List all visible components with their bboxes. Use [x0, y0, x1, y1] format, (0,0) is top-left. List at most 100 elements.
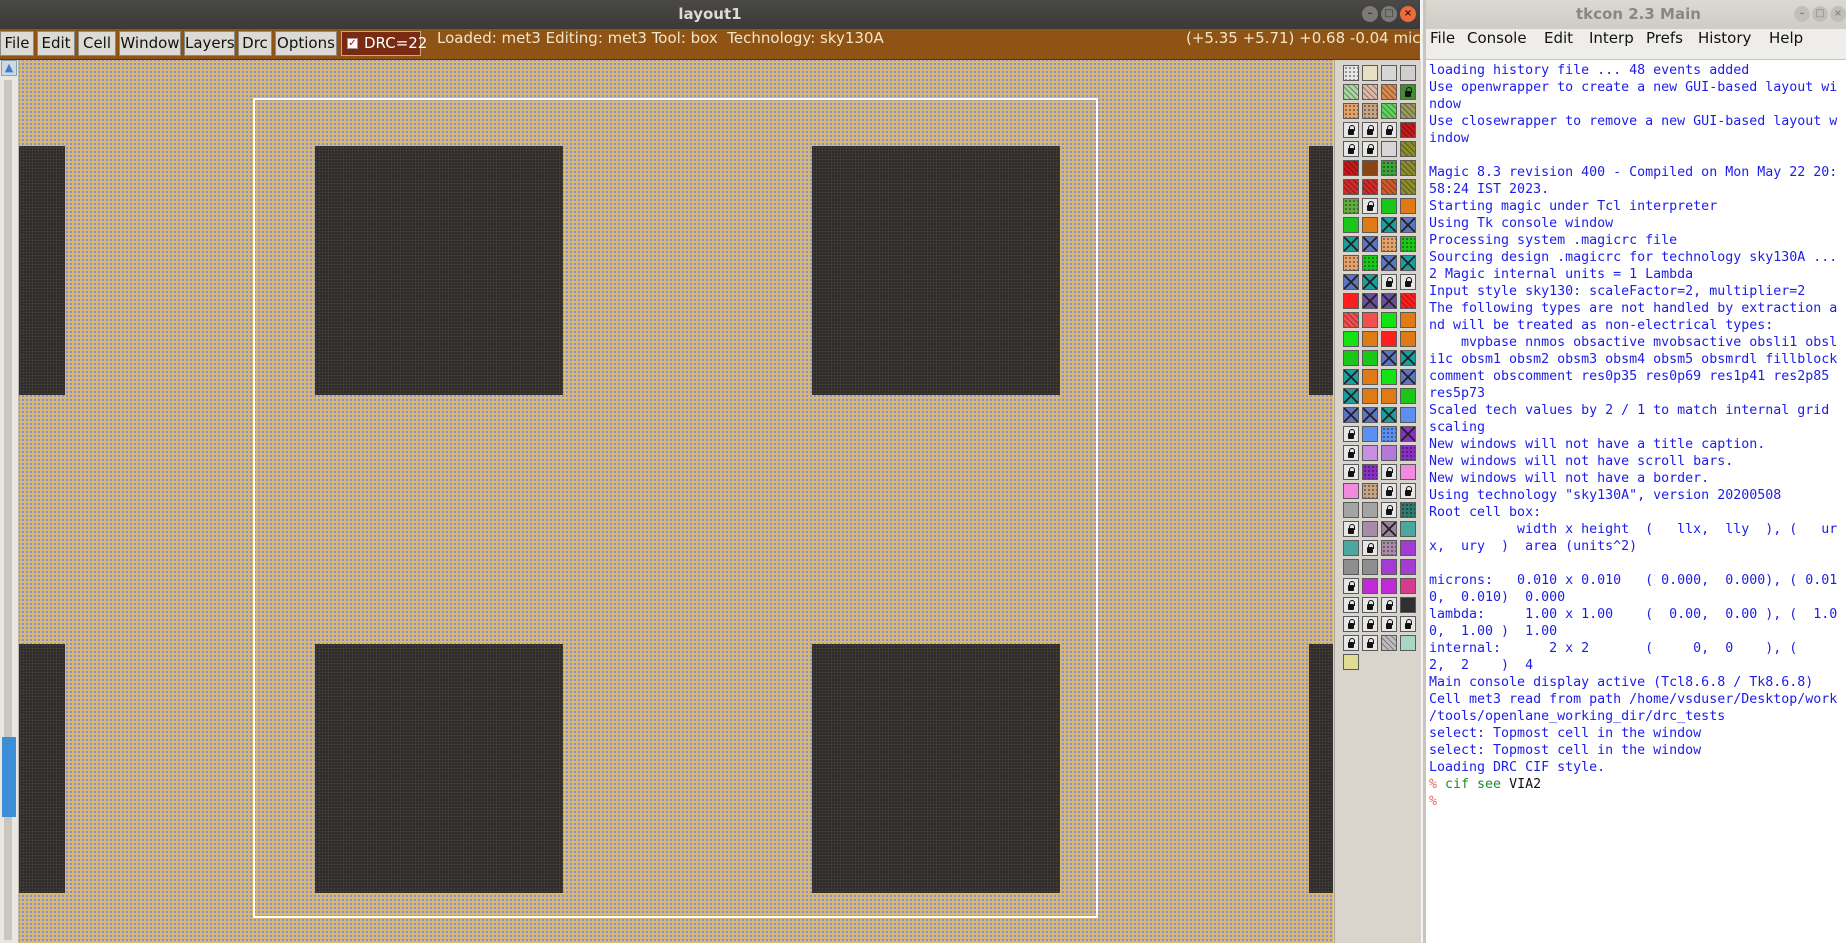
layer-swatch[interactable]: [1400, 198, 1416, 214]
layer-swatch[interactable]: [1343, 331, 1359, 347]
layer-swatch[interactable]: [1400, 464, 1416, 480]
layer-swatch[interactable]: [1343, 160, 1359, 176]
layer-lock-icon[interactable]: [1381, 483, 1397, 499]
layer-palette[interactable]: [1334, 60, 1421, 943]
layer-swatch[interactable]: [1362, 236, 1378, 252]
layer-lock-icon[interactable]: [1362, 122, 1378, 138]
layer-swatch[interactable]: [1381, 312, 1397, 328]
layer-swatch[interactable]: [1343, 236, 1359, 252]
layer-swatch[interactable]: [1381, 635, 1397, 651]
layer-swatch[interactable]: [1400, 65, 1416, 81]
tkcon-menu-history[interactable]: History: [1698, 29, 1751, 47]
layer-lock-icon[interactable]: [1400, 616, 1416, 632]
layer-swatch[interactable]: [1381, 65, 1397, 81]
layer-swatch[interactable]: [1362, 388, 1378, 404]
tkcon-menu-console[interactable]: Console: [1467, 29, 1527, 47]
layer-swatch[interactable]: [1362, 65, 1378, 81]
layer-swatch[interactable]: [1362, 255, 1378, 271]
layer-swatch[interactable]: [1381, 540, 1397, 556]
layer-swatch[interactable]: [1400, 331, 1416, 347]
layer-lock-icon[interactable]: [1362, 141, 1378, 157]
layer-swatch[interactable]: [1400, 635, 1416, 651]
layer-swatch[interactable]: [1400, 559, 1416, 575]
layer-swatch[interactable]: [1400, 293, 1416, 309]
scroll-thumb[interactable]: [2, 737, 16, 817]
layer-swatch[interactable]: [1381, 236, 1397, 252]
layer-swatch[interactable]: [1400, 103, 1416, 119]
layer-lock-icon[interactable]: [1343, 597, 1359, 613]
tkcon-menu-file[interactable]: File: [1430, 29, 1455, 47]
layer-swatch[interactable]: [1400, 255, 1416, 271]
layer-swatch[interactable]: [1381, 84, 1397, 100]
layer-swatch[interactable]: [1362, 103, 1378, 119]
layer-swatch[interactable]: [1381, 179, 1397, 195]
layer-swatch[interactable]: [1381, 293, 1397, 309]
layer-swatch[interactable]: [1362, 331, 1378, 347]
layer-swatch[interactable]: [1343, 350, 1359, 366]
layer-lock-icon[interactable]: [1343, 445, 1359, 461]
layer-swatch[interactable]: [1400, 179, 1416, 195]
tkcon-menu-prefs[interactable]: Prefs: [1646, 29, 1683, 47]
layer-swatch[interactable]: [1343, 65, 1359, 81]
layer-swatch[interactable]: [1343, 312, 1359, 328]
tkcon-menu-help[interactable]: Help: [1769, 29, 1803, 47]
layer-swatch[interactable]: [1343, 654, 1359, 670]
layer-lock-icon[interactable]: [1381, 274, 1397, 290]
layer-swatch[interactable]: [1400, 426, 1416, 442]
layer-swatch[interactable]: [1400, 388, 1416, 404]
layer-swatch[interactable]: [1381, 217, 1397, 233]
menu-layers[interactable]: Layers: [184, 31, 235, 56]
close-icon[interactable]: ×: [1830, 6, 1846, 22]
layer-swatch[interactable]: [1362, 445, 1378, 461]
menu-options[interactable]: Options: [275, 31, 337, 56]
tkcon-menu-interp[interactable]: Interp: [1589, 29, 1634, 47]
close-icon[interactable]: ×: [1400, 6, 1416, 22]
layer-swatch[interactable]: [1400, 217, 1416, 233]
layer-swatch[interactable]: [1362, 426, 1378, 442]
layer-swatch[interactable]: [1362, 217, 1378, 233]
layer-swatch[interactable]: [1362, 160, 1378, 176]
layer-swatch[interactable]: [1400, 369, 1416, 385]
layer-swatch[interactable]: [1381, 369, 1397, 385]
layer-swatch[interactable]: [1400, 312, 1416, 328]
layer-lock-icon[interactable]: [1400, 483, 1416, 499]
layer-swatch[interactable]: [1381, 103, 1397, 119]
layer-lock-icon[interactable]: [1381, 616, 1397, 632]
layer-swatch[interactable]: [1362, 293, 1378, 309]
layer-lock-icon[interactable]: [1362, 540, 1378, 556]
layer-swatch[interactable]: [1381, 578, 1397, 594]
layer-swatch[interactable]: [1400, 445, 1416, 461]
layer-swatch[interactable]: [1343, 407, 1359, 423]
layer-lock-icon[interactable]: [1343, 464, 1359, 480]
layer-swatch[interactable]: [1362, 407, 1378, 423]
layer-swatch[interactable]: [1362, 483, 1378, 499]
maximize-icon[interactable]: □: [1812, 6, 1828, 22]
menu-window[interactable]: Window: [119, 31, 181, 56]
layer-swatch[interactable]: [1400, 350, 1416, 366]
scroll-up-icon[interactable]: ▲: [1, 60, 17, 76]
console-input-prompt[interactable]: %: [1429, 793, 1844, 810]
layer-swatch[interactable]: [1400, 122, 1416, 138]
layer-swatch[interactable]: [1343, 540, 1359, 556]
layer-lock-icon[interactable]: [1362, 597, 1378, 613]
minimize-icon[interactable]: –: [1362, 6, 1378, 22]
layer-swatch[interactable]: [1381, 388, 1397, 404]
layer-swatch[interactable]: [1343, 502, 1359, 518]
layer-swatch[interactable]: [1343, 198, 1359, 214]
layer-lock-icon[interactable]: [1381, 464, 1397, 480]
layout-canvas[interactable]: [19, 60, 1333, 943]
layer-lock-icon[interactable]: [1362, 198, 1378, 214]
layer-lock-icon[interactable]: [1343, 578, 1359, 594]
minimize-icon[interactable]: –: [1794, 6, 1810, 22]
layer-swatch[interactable]: [1343, 559, 1359, 575]
tkcon-menu-edit[interactable]: Edit: [1544, 29, 1573, 47]
layer-lock-icon[interactable]: [1362, 635, 1378, 651]
layer-swatch[interactable]: [1362, 179, 1378, 195]
layer-swatch[interactable]: [1400, 540, 1416, 556]
layer-swatch[interactable]: [1381, 141, 1397, 157]
layer-lock-icon[interactable]: [1343, 426, 1359, 442]
layer-swatch[interactable]: [1381, 426, 1397, 442]
layer-swatch[interactable]: [1381, 521, 1397, 537]
layer-swatch[interactable]: [1400, 407, 1416, 423]
layer-swatch[interactable]: [1343, 255, 1359, 271]
